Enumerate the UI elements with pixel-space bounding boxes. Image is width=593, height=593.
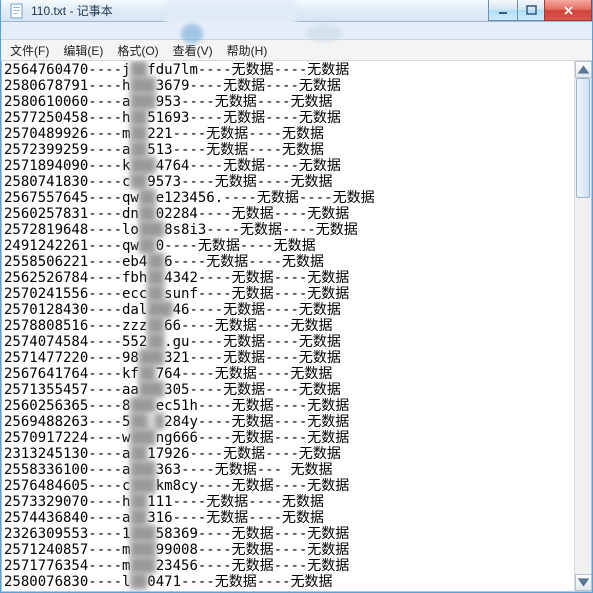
text-line: 2580076830----l██0471----无数据----无数据 [4, 574, 572, 590]
text-line: 2491242261----qw██0----无数据----无数据 [4, 238, 572, 254]
window-controls [489, 0, 592, 21]
text-line: 2560256365----8███ec51h----无数据----无数据 [4, 398, 572, 414]
censored-text: ██ █ [130, 414, 164, 430]
censored-text: ███ [130, 542, 155, 558]
text-line: 2313245130----a██17926----无数据----无数据 [4, 446, 572, 462]
text-line: 2558506221----eb4██6----无数据----无数据 [4, 254, 572, 270]
text-line: 2580678791----h███3679----无数据----无数据 [4, 78, 572, 94]
notepad-window: 110.txt - 记事本 文件(F) 编辑(E) 格式(O) 查看(V) 帮助… [0, 0, 593, 593]
censored-text: ██ [130, 126, 147, 142]
text-line: 2326309553----1███58369----无数据----无数据 [4, 526, 572, 542]
scroll-track[interactable] [575, 78, 591, 574]
window-title: 110.txt - 记事本 [31, 2, 113, 19]
text-line: 2576484605----c███km8cy----无数据----无数据 [4, 478, 572, 494]
client-area: 2564760470----j██fdu7lm----无数据----无数据258… [1, 61, 592, 592]
text-line: 2570241556----ecc██sunf----无数据----无数据 [4, 286, 572, 302]
censored-text: ██ [130, 446, 147, 462]
censored-text: ███ [130, 78, 155, 94]
censored-text: ██ [130, 574, 147, 590]
text-line: 2571355457----aa███305----无数据----无数据 [4, 382, 572, 398]
text-line: 2560257831----dn██02284----无数据----无数据 [4, 206, 572, 222]
censored-text: ███ [130, 158, 155, 174]
censored-text: ███ [130, 430, 155, 446]
text-line: 2562526784----fbh██4342----无数据----无数据 [4, 270, 572, 286]
censored-text: ███ [139, 350, 164, 366]
scroll-up-button[interactable] [575, 61, 592, 78]
maximize-button[interactable] [517, 0, 545, 21]
censored-text: ██ [130, 62, 147, 78]
censored-text: ███ [139, 382, 164, 398]
text-line: 2571240857----m███99008----无数据----无数据 [4, 542, 572, 558]
text-line: 2570128430----dal███46----无数据----无数据 [4, 302, 572, 318]
text-line: 2573329070----h██111----无数据----无数据 [4, 494, 572, 510]
censored-text: ███ [130, 462, 155, 478]
censored-text: ██ [139, 366, 156, 382]
censored-text: ██ [147, 254, 164, 270]
censored-text: ██ [130, 494, 147, 510]
scroll-thumb[interactable] [576, 78, 590, 198]
censored-text: ███ [139, 222, 164, 238]
menu-format[interactable]: 格式(O) [110, 40, 165, 61]
menu-bar: 文件(F) 编辑(E) 格式(O) 查看(V) 帮助(H) [1, 40, 592, 61]
censored-text: ██ [139, 238, 156, 254]
text-line: 2572819648----lo███8s8i3----无数据----无数据 [4, 222, 572, 238]
menu-help[interactable]: 帮助(H) [220, 40, 275, 61]
text-line: 2558336100----a███363----无数据--- 无数据 [4, 462, 572, 478]
text-line: 2564760470----j██fdu7lm----无数据----无数据 [4, 62, 572, 78]
text-line: 2574436840----a██316----无数据----无数据 [4, 510, 572, 526]
title-bar[interactable]: 110.txt - 记事本 [1, 0, 592, 22]
menu-edit[interactable]: 编辑(E) [56, 40, 110, 61]
censored-text: ██ [147, 270, 164, 286]
text-line: 2578808516----zzz██66----无数据----无数据 [4, 318, 572, 334]
censored-text: ███ [130, 558, 155, 574]
censored-text: ██ [147, 286, 164, 302]
text-line: 2567557645----qw██e123456.----无数据----无数据 [4, 190, 572, 206]
text-line: 2577250458----h██51693----无数据----无数据 [4, 110, 572, 126]
censored-text: ███ [147, 302, 172, 318]
background-app-strip [1, 22, 592, 40]
text-line: 2572399259----a██513----无数据----无数据 [4, 142, 572, 158]
censored-text: ██ [139, 190, 156, 206]
censored-text: ██ [130, 174, 147, 190]
censored-text: ██ [130, 142, 147, 158]
censored-text: ███ [130, 526, 155, 542]
censored-text: ██ [147, 334, 164, 350]
text-line: 2567641764----kf██764----无数据----无数据 [4, 366, 572, 382]
censored-text: ██ [130, 110, 147, 126]
vertical-scrollbar[interactable] [574, 61, 591, 591]
scroll-down-button[interactable] [575, 574, 592, 591]
censored-text: ███ [130, 94, 155, 110]
text-line: 2571894090----k███4764----无数据----无数据 [4, 158, 572, 174]
text-line: 2571776354----m███23456----无数据----无数据 [4, 558, 572, 574]
text-line: 2580610060----a███953----无数据----无数据 [4, 94, 572, 110]
app-icon [9, 3, 25, 19]
censored-text: ███ [130, 398, 155, 414]
menu-file[interactable]: 文件(F) [3, 40, 56, 61]
close-button[interactable] [544, 0, 592, 21]
text-line: 2580741830----c██9573----无数据----无数据 [4, 174, 572, 190]
text-content[interactable]: 2564760470----j██fdu7lm----无数据----无数据258… [2, 61, 574, 591]
text-line: 2570489926----m██221----无数据----无数据 [4, 126, 572, 142]
minimize-button[interactable] [488, 0, 518, 21]
censored-text: ██ [139, 206, 156, 222]
text-line: 2574074584----552██.gu----无数据----无数据 [4, 334, 572, 350]
censored-text: ███ [130, 478, 155, 494]
censored-text: ██ [130, 510, 147, 526]
text-line: 2569488263----5██ █284y----无数据----无数据 [4, 414, 572, 430]
text-line: 2570917224----w███ng666----无数据----无数据 [4, 430, 572, 446]
censored-text: ██ [147, 318, 164, 334]
text-line: 2571477220----98███321----无数据----无数据 [4, 350, 572, 366]
